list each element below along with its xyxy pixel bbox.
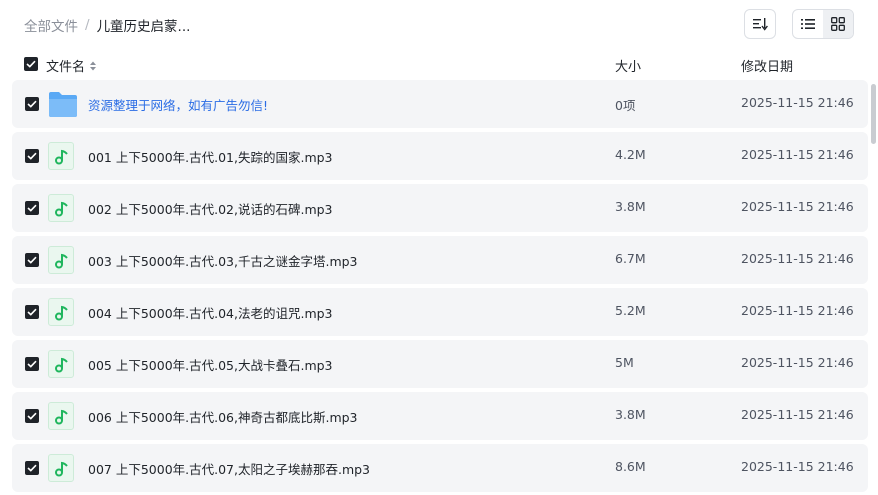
column-header-name-label: 文件名 [46,60,86,75]
column-header-size[interactable]: 大小 [615,56,641,75]
file-name[interactable]: 007 上下5000年.古代.07,太阳之子埃赫那吞.mp3 [88,459,370,478]
file-size: 3.8M [615,199,646,214]
sort-icon [753,18,768,31]
file-row[interactable]: 004 上下5000年.古代.04,法老的诅咒.mp3 5.2M 2025-11… [12,288,868,336]
scrollbar-thumb[interactable] [871,84,876,144]
row-checkbox[interactable] [25,201,39,215]
audio-file-icon [48,454,76,482]
file-size: 8.6M [615,459,646,474]
file-date: 2025-11-15 21:46 [741,303,854,318]
file-name[interactable]: 002 上下5000年.古代.02,说话的石碑.mp3 [88,199,333,218]
view-toggle [792,9,854,39]
breadcrumb-separator: / [85,17,90,33]
row-checkbox[interactable] [25,305,39,319]
file-row[interactable]: 001 上下5000年.古代.01,失踪的国家.mp3 4.2M 2025-11… [12,132,868,180]
grid-view-button[interactable] [823,10,853,38]
row-checkbox[interactable] [25,357,39,371]
sort-button[interactable] [744,9,776,39]
check-icon [27,464,37,472]
row-checkbox[interactable] [25,461,39,475]
top-bar: 全部文件 / 儿童历史启蒙... [0,0,878,48]
file-list: 资源整理于网络，如有广告勿信! 0项 2025-11-15 21:46 001 … [12,80,868,495]
file-row[interactable]: 006 上下5000年.古代.06,神奇古都底比斯.mp3 3.8M 2025-… [12,392,868,440]
file-size: 3.8M [615,407,646,422]
check-icon [26,60,36,68]
file-name[interactable]: 003 上下5000年.古代.03,千古之谜金字塔.mp3 [88,251,358,270]
file-date: 2025-11-15 21:46 [741,199,854,214]
file-date: 2025-11-15 21:46 [741,355,854,370]
breadcrumb-root-link[interactable]: 全部文件 [24,15,78,35]
file-row[interactable]: 005 上下5000年.古代.05,大战卡叠石.mp3 5M 2025-11-1… [12,340,868,388]
check-icon [27,204,37,212]
file-date: 2025-11-15 21:46 [741,459,854,474]
file-name[interactable]: 004 上下5000年.古代.04,法老的诅咒.mp3 [88,303,333,322]
file-size: 0项 [615,98,636,113]
file-row[interactable]: 002 上下5000年.古代.02,说话的石碑.mp3 3.8M 2025-11… [12,184,868,232]
row-checkbox[interactable] [25,253,39,267]
file-name[interactable]: 006 上下5000年.古代.06,神奇古都底比斯.mp3 [88,407,358,426]
check-icon [27,152,37,160]
file-row[interactable]: 007 上下5000年.古代.07,太阳之子埃赫那吞.mp3 8.6M 2025… [12,444,868,492]
file-name[interactable]: 001 上下5000年.古代.01,失踪的国家.mp3 [88,147,333,166]
column-header-name[interactable]: 文件名 [46,56,98,75]
file-name[interactable]: 资源整理于网络，如有广告勿信! [88,95,268,114]
file-name[interactable]: 005 上下5000年.古代.05,大战卡叠石.mp3 [88,355,333,374]
breadcrumb: 全部文件 / 儿童历史启蒙... [24,15,190,35]
file-size: 4.2M [615,147,646,162]
breadcrumb-current: 儿童历史启蒙... [96,19,191,35]
audio-file-icon [48,246,76,274]
file-row[interactable]: 资源整理于网络，如有广告勿信! 0项 2025-11-15 21:46 [12,80,868,128]
file-date: 2025-11-15 21:46 [741,147,854,162]
check-icon [27,308,37,316]
audio-file-icon [48,194,76,222]
audio-file-icon [48,402,76,430]
list-view-button[interactable] [793,10,823,38]
check-icon [27,412,37,420]
file-date: 2025-11-15 21:46 [741,95,854,110]
check-icon [27,360,37,368]
sort-caret-icon [90,61,97,70]
file-date: 2025-11-15 21:46 [741,407,854,422]
column-header-date[interactable]: 修改日期 [741,56,793,75]
grid-view-icon [831,17,845,31]
file-size: 5M [615,355,634,370]
list-view-icon [801,19,815,29]
check-icon [27,100,37,108]
select-all-checkbox[interactable] [24,57,38,71]
audio-file-icon [48,298,76,326]
audio-file-icon [48,350,76,378]
file-size: 6.7M [615,251,646,266]
check-icon [27,256,37,264]
folder-icon [48,90,77,118]
file-row[interactable]: 003 上下5000年.古代.03,千古之谜金字塔.mp3 6.7M 2025-… [12,236,868,284]
row-checkbox[interactable] [25,409,39,423]
row-checkbox[interactable] [25,97,39,111]
file-date: 2025-11-15 21:46 [741,251,854,266]
audio-file-icon [48,142,76,170]
file-size: 5.2M [615,303,646,318]
row-checkbox[interactable] [25,149,39,163]
file-list-header: 文件名 大小 修改日期 [0,48,878,80]
